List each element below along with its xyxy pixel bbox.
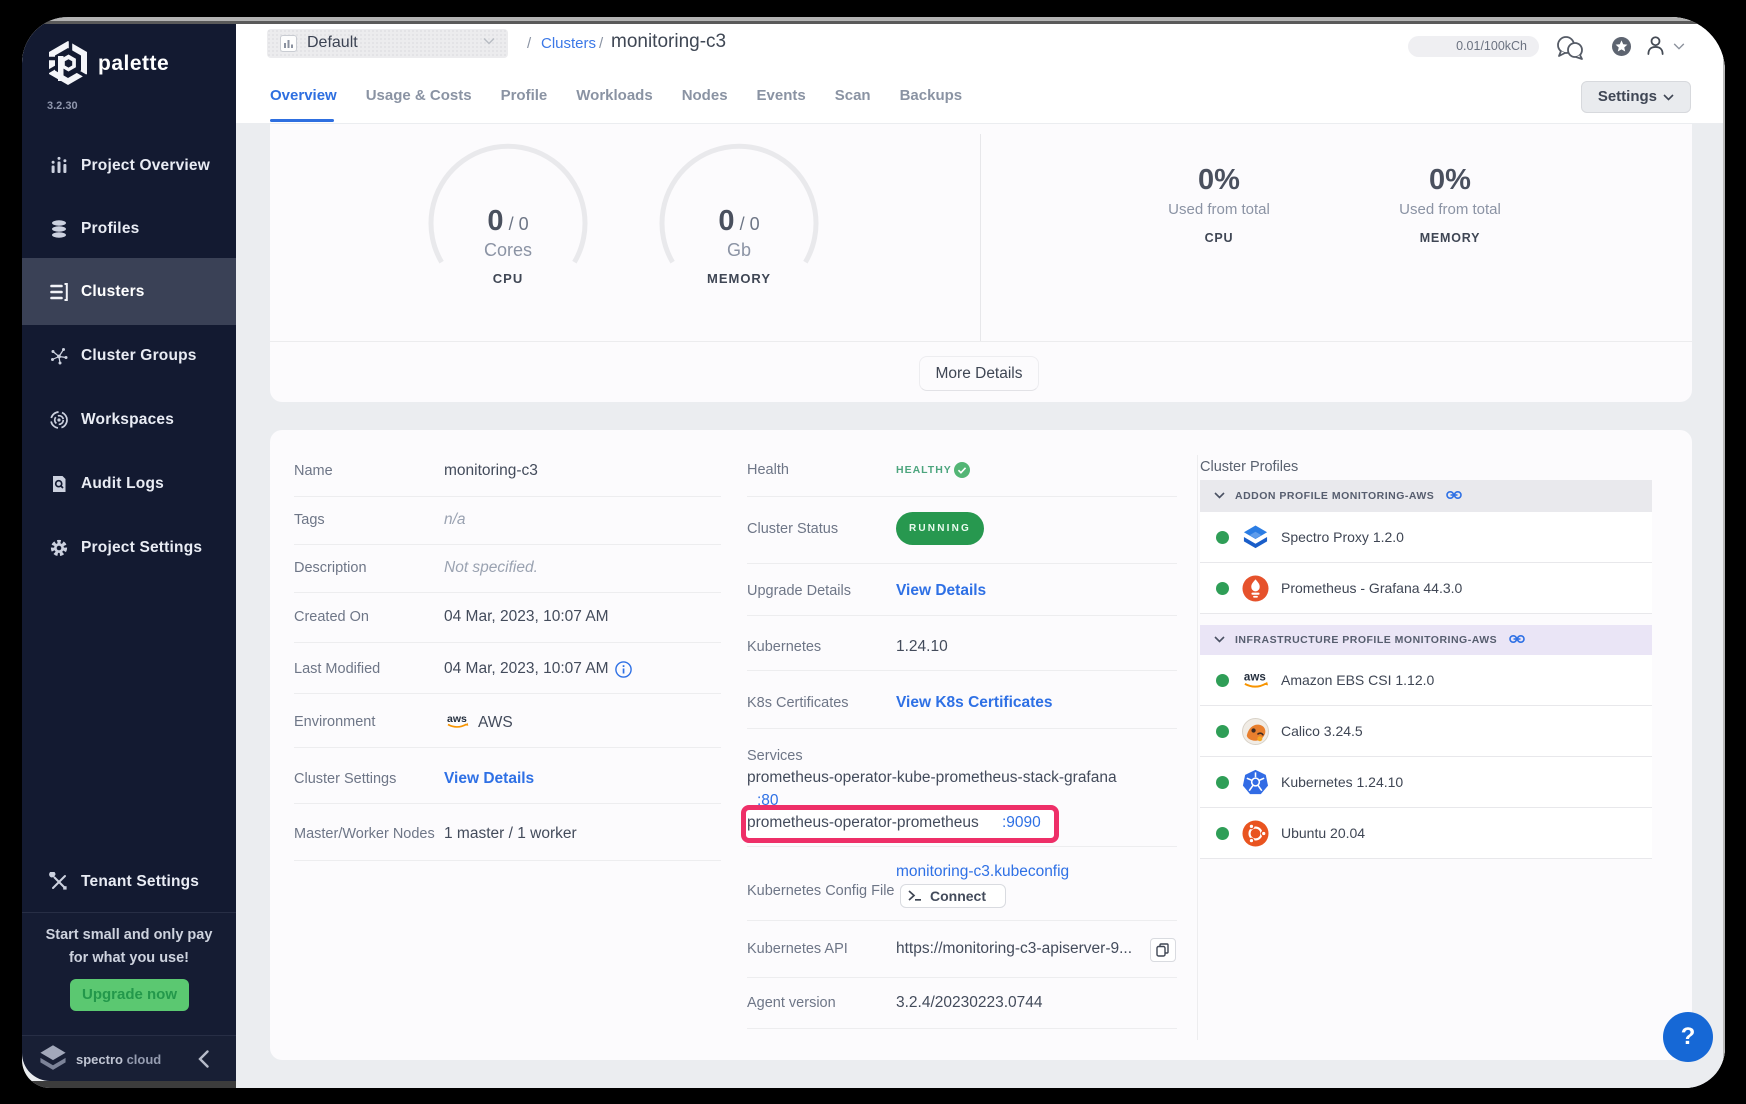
svg-text:aws: aws <box>1244 672 1266 684</box>
svg-text:aws: aws <box>447 713 467 725</box>
